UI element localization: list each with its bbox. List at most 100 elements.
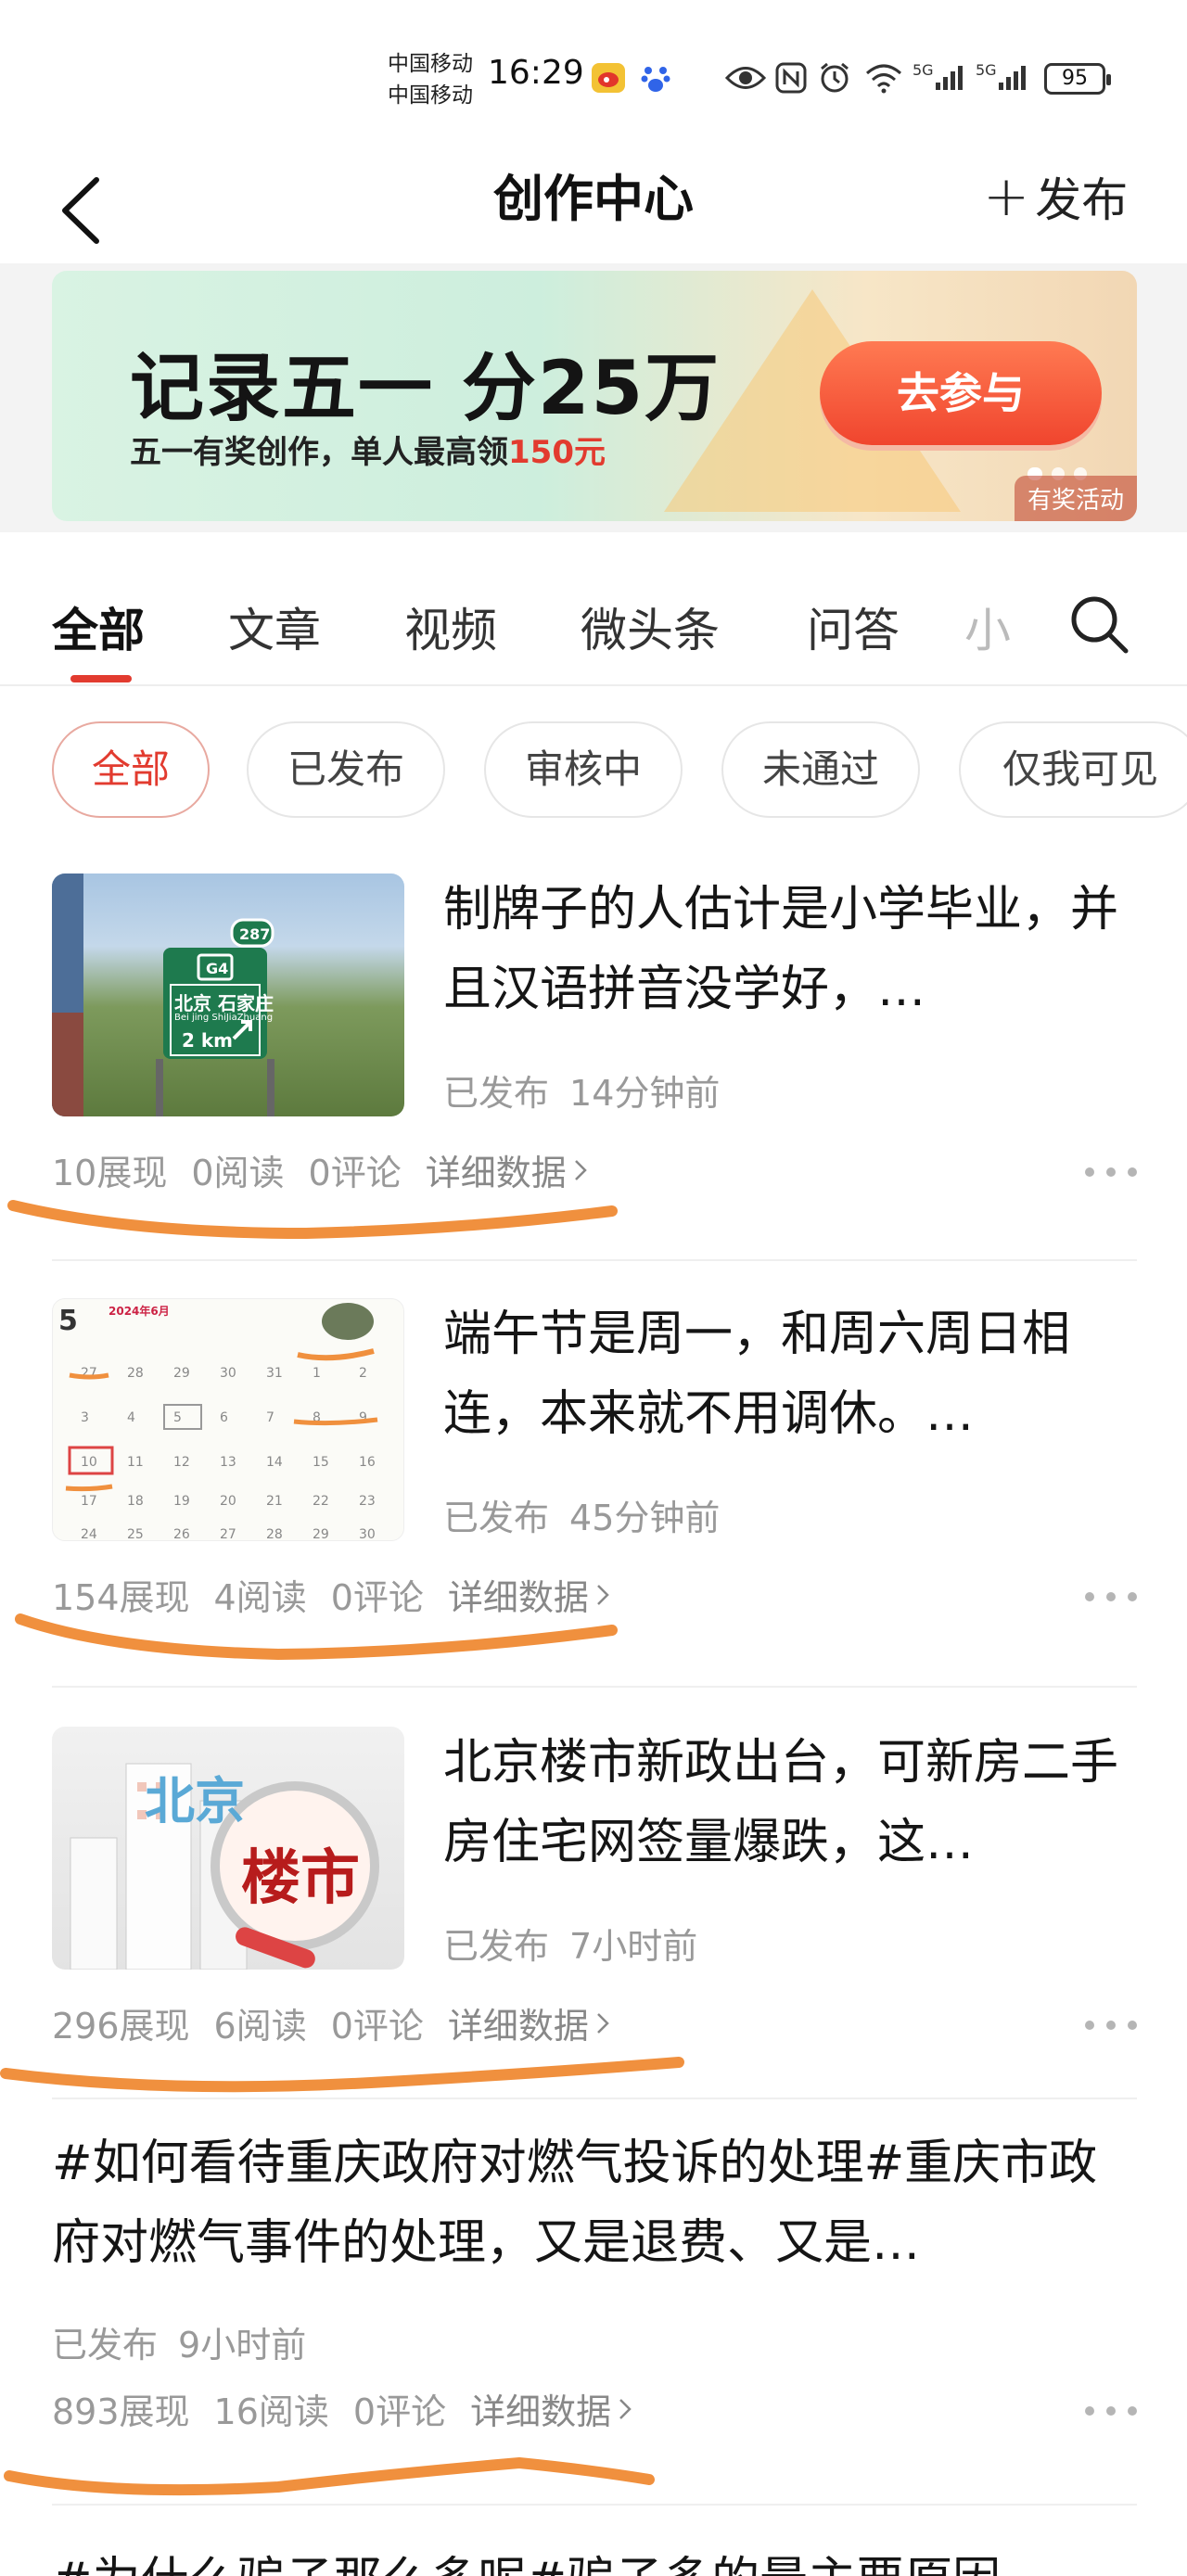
filter-all[interactable]: 全部 [52,721,210,818]
baidu-paw-icon [640,61,671,95]
status-filters: 全部 已发布 审核中 未通过 仅我可见 [0,721,1187,823]
more-options-button[interactable] [1085,1154,1137,1191]
carrier-2: 中国移动 [388,83,473,108]
orange-scribble [7,1200,618,1240]
signal-icon: 5G [913,61,965,95]
content-tabs: 全部 文章 视频 微头条 问答 小 [0,556,1187,686]
thumb-text-market: 楼市 [241,1844,360,1913]
signal-2-label: 5G [976,61,997,79]
svg-text:3: 3 [81,1410,89,1425]
calendar-month: 2024年6月 [108,1305,170,1318]
orange-scribble [15,1613,618,1661]
svg-text:25: 25 [127,1527,144,1541]
search-button[interactable] [1066,592,1133,658]
svg-text:28: 28 [266,1527,283,1541]
svg-text:15: 15 [313,1455,329,1470]
tab-videos[interactable]: 视频 [404,593,497,660]
chevron-right-icon [619,2398,632,2419]
tab-more[interactable]: 小 [964,593,1011,660]
sign-route: G4 [206,960,229,977]
post-thumbnail: G4 287 北京 石家庄 Bei jing ShiJiaZhuang 2 km [52,874,404,1116]
post-divider [52,1686,1137,1688]
banner-subtitle: 五一有奖创作，单人最高领150元 [130,427,606,472]
post-title[interactable]: 制牌子的人估计是小学毕业，并且汉语拼音没学好，… [443,870,1130,1029]
signal-icon: 5G [976,61,1028,95]
post-status: 已发布 [52,2325,159,2366]
orange-scribble [4,2456,655,2496]
svg-text:24: 24 [81,1527,97,1541]
promo-banner[interactable]: 记录五一 分25万 五一有奖创作，单人最高领150元 去参与 有奖活动 [52,271,1137,521]
more-dot-icon [1106,2406,1116,2416]
tab-micro-posts[interactable]: 微头条 [581,593,720,660]
post-item[interactable]: #如何看待重庆政府对燃气投诉的处理#重庆市政府对燃气事件的处理，又是退费、又是…… [0,2098,1187,2513]
banner-subtitle-text: 五一有奖创作，单人最高领 [130,434,508,471]
post-time: 14分钟前 [569,1073,721,1114]
post-status: 已发布 [443,1498,550,1538]
svg-text:6: 6 [220,1410,228,1425]
svg-text:10: 10 [81,1455,97,1470]
svg-text:30: 30 [220,1366,236,1381]
reads-count: 16阅读 [213,2391,329,2432]
more-options-button[interactable] [1085,2007,1137,2044]
post-item[interactable]: G4 287 北京 石家庄 Bei jing ShiJiaZhuang 2 km… [0,870,1187,1259]
post-title[interactable]: #如何看待重庆政府对燃气投诉的处理#重庆市政府对燃气事件的处理，又是退费、又是… [52,2123,1137,2283]
comments-count: 0评论 [352,2391,447,2432]
next-post-title[interactable]: #为什么骗子那么多呢#骗子多的最主要原因 [52,2541,1001,2576]
svg-text:12: 12 [173,1455,190,1470]
post-meta: 已发布 14分钟前 [443,1065,740,1116]
sign-distance: 2 km [182,1029,234,1052]
banner-tag: 有奖活动 [1014,476,1137,521]
svg-text:30: 30 [359,1527,376,1541]
post-time: 7小时前 [569,1926,698,1967]
filter-rejected[interactable]: 未通过 [721,721,920,818]
status-bar: 中国移动 中国移动 16:29 5G 5G 95 [0,0,1187,139]
svg-text:28: 28 [127,1366,144,1381]
post-title[interactable]: 北京楼市新政出台，可新房二手房住宅网签量爆跌，这… [443,1723,1130,1882]
detail-data-link[interactable]: 详细数据 [426,1144,587,1195]
publish-button[interactable]: + 发布 [983,163,1128,230]
wifi-icon [864,61,903,95]
active-tab-indicator [70,675,132,682]
post-item[interactable]: 5 2024年6月 27 28 29 30 31 1 2 3456789 10 11 12 13 1… [0,1259,1187,1684]
post-meta: 已发布 9小时前 [52,2316,326,2367]
filter-published[interactable]: 已发布 [247,721,445,818]
more-options-button[interactable] [1085,2392,1137,2429]
post-divider [52,2504,1137,2506]
detail-data-link[interactable]: 详细数据 [470,2383,632,2434]
post-stats: 893展现 16阅读 0评论 详细数据 [52,2383,656,2434]
more-dot-icon [1085,2406,1094,2416]
clock: 16:29 [488,54,584,92]
filter-reviewing[interactable]: 审核中 [484,721,683,818]
filter-private[interactable]: 仅我可见 [959,721,1187,818]
svg-text:31: 31 [266,1366,283,1381]
more-dot-icon [1128,2021,1137,2030]
detail-data-label: 详细数据 [470,2391,612,2432]
tab-qa[interactable]: 问答 [807,593,900,660]
svg-text:2: 2 [359,1366,367,1381]
nav-bar: 创作中心 + 发布 [0,139,1187,263]
tab-articles[interactable]: 文章 [228,593,321,660]
detail-data-link[interactable]: 详细数据 [448,1997,609,2048]
svg-text:11: 11 [127,1455,144,1470]
more-options-button[interactable] [1085,1578,1137,1615]
post-item[interactable]: 北京 楼市 北京楼市新政出台，可新房二手房住宅网签量爆跌，这… 已发布 7小时前 … [0,1686,1187,2112]
svg-text:19: 19 [173,1494,190,1509]
chevron-right-icon [574,1159,587,1180]
join-button[interactable]: 去参与 [820,341,1102,445]
calendar-day: 5 [58,1305,78,1337]
detail-data-label: 详细数据 [447,2006,589,2047]
eye-icon [725,61,766,95]
thumb-text-beijing: 北京 [145,1772,245,1830]
reads-count: 6阅读 [213,2006,307,2047]
more-dot-icon [1106,1592,1116,1601]
post-title[interactable]: 端午节是周一，和周六周日相连，本来就不用调休。… [443,1294,1130,1454]
svg-text:18: 18 [127,1494,144,1509]
svg-text:16: 16 [359,1455,376,1470]
post-meta: 已发布 7小时前 [443,1918,718,1969]
more-dot-icon [1106,1167,1116,1177]
post-time: 9小时前 [178,2325,307,2366]
chevron-right-icon [597,2012,609,2034]
more-dot-icon [1085,1167,1094,1177]
tab-all[interactable]: 全部 [52,593,145,660]
views-count: 893展现 [52,2391,190,2432]
